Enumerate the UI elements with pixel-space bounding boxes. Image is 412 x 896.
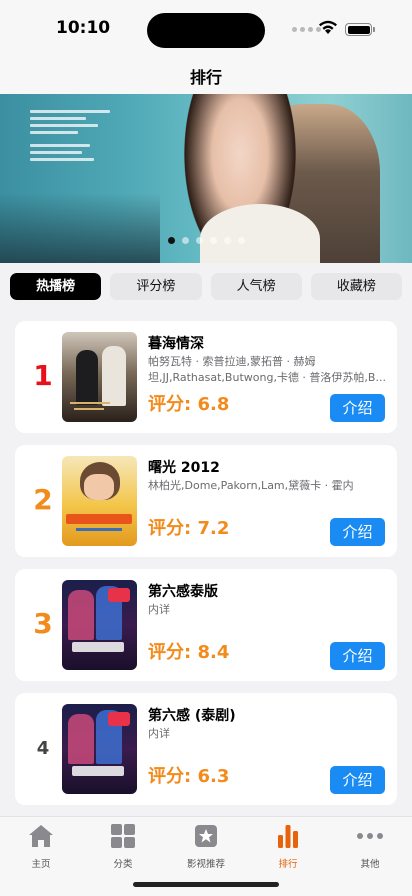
star-icon	[195, 825, 217, 847]
status-time: 10:10	[56, 18, 111, 38]
wifi-icon	[319, 20, 337, 34]
tabbar-item-recommend[interactable]: 影视推荐	[176, 823, 236, 870]
banner-poster-text	[30, 106, 110, 165]
cellular-signal-icon	[292, 27, 321, 32]
rank-number: 1	[33, 359, 53, 392]
battery-icon	[345, 23, 375, 36]
carousel-page-indicator[interactable]	[0, 237, 412, 244]
tab-favorites[interactable]: 收藏榜	[310, 273, 402, 300]
drama-cast: 内详	[148, 603, 170, 616]
list-item[interactable]: 2 曙光 2012 林柏光,Dome,Pakorn,Lam,黛薇卡 · 霍内 评…	[15, 445, 397, 557]
intro-button[interactable]: 介绍	[330, 642, 385, 670]
grid-icon	[111, 824, 135, 848]
carousel-dot[interactable]	[237, 237, 245, 244]
list-item[interactable]: 4 第六感 (泰剧) 内详 评分: 6.3 介绍	[15, 693, 397, 805]
home-indicator[interactable]	[133, 882, 279, 887]
ranking-tabs: 热播榜 评分榜 人气榜 收藏榜	[10, 273, 402, 300]
poster-image	[62, 704, 137, 794]
tabbar-item-ranking[interactable]: 排行	[258, 823, 318, 870]
intro-button[interactable]: 介绍	[330, 766, 385, 794]
tabbar-item-home[interactable]: 主页	[11, 823, 71, 870]
drama-title: 暮海情深	[148, 336, 204, 352]
tab-hot[interactable]: 热播榜	[10, 273, 102, 300]
tab-popularity[interactable]: 人气榜	[210, 273, 302, 300]
poster-image	[62, 580, 137, 670]
tabbar-item-category[interactable]: 分类	[93, 823, 153, 870]
page-title: 排行	[189, 68, 222, 87]
drama-cast: 内详	[148, 727, 170, 740]
list-item[interactable]: 1 暮海情深 帕努瓦特 · 索普拉迪,蒙拓普 · 赫姆坦,JJ,Rathasat…	[15, 321, 397, 433]
more-icon	[357, 833, 383, 839]
tabbar-label: 其他	[360, 859, 380, 870]
carousel-dot[interactable]	[209, 237, 217, 244]
poster-image	[62, 456, 137, 546]
drama-score: 评分: 8.4	[148, 642, 230, 663]
navigation-bar: 排行	[0, 60, 412, 94]
poster-image	[62, 332, 137, 422]
drama-title: 第六感泰版	[148, 584, 218, 600]
rank-number: 3	[33, 607, 53, 640]
drama-title: 第六感 (泰剧)	[148, 708, 236, 724]
carousel-dot[interactable]	[181, 237, 189, 244]
tabbar-label: 分类	[113, 859, 133, 870]
tabbar-label: 主页	[31, 859, 51, 870]
tabbar-label: 排行	[278, 859, 298, 870]
banner-skyline	[0, 193, 160, 263]
status-bar: 10:10	[0, 0, 412, 60]
home-icon	[29, 825, 53, 847]
drama-score: 评分: 7.2	[148, 518, 230, 539]
intro-button[interactable]: 介绍	[330, 394, 385, 422]
dynamic-island	[147, 13, 265, 48]
list-item[interactable]: 3 第六感泰版 内详 评分: 8.4 介绍	[15, 569, 397, 681]
tab-rating[interactable]: 评分榜	[110, 273, 202, 300]
tabbar-label: 影视推荐	[186, 859, 225, 870]
tabbar-item-more[interactable]: 其他	[340, 823, 400, 870]
carousel-dot[interactable]	[223, 237, 231, 244]
rank-number: 2	[33, 483, 53, 516]
bar-chart-icon	[278, 825, 298, 848]
rank-number: 4	[36, 738, 50, 759]
carousel-dot[interactable]	[167, 237, 175, 244]
drama-cast: 林柏光,Dome,Pakorn,Lam,黛薇卡 · 霍内	[148, 479, 354, 492]
drama-cast: 帕努瓦特 · 索普拉迪,蒙拓普 · 赫姆坦,JJ,Rathasat,Butwon…	[148, 355, 386, 384]
intro-button[interactable]: 介绍	[330, 518, 385, 546]
drama-score: 评分: 6.3	[148, 766, 230, 787]
ranking-list: 1 暮海情深 帕努瓦特 · 索普拉迪,蒙拓普 · 赫姆坦,JJ,Rathasat…	[15, 321, 397, 817]
drama-score: 评分: 6.8	[148, 394, 230, 415]
carousel-dot[interactable]	[195, 237, 203, 244]
drama-title: 曙光 2012	[148, 460, 220, 476]
